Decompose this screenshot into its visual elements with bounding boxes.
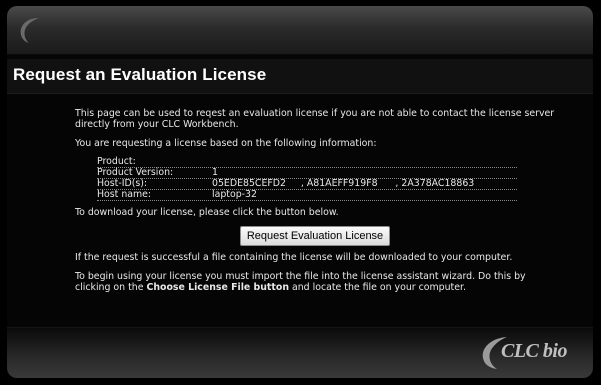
info-label: Product: <box>97 156 136 167</box>
top-bar <box>7 6 593 55</box>
swoosh-logo-icon <box>20 18 39 43</box>
instructions-text: To begin using your license you must imp… <box>75 271 555 293</box>
info-value: 05EDE85CEFD2 , A81AEFF919F8 , 2A378AC188… <box>212 178 475 189</box>
info-value <box>212 157 517 167</box>
info-label: Product Version: <box>97 167 174 178</box>
logo-text: CLC bio <box>501 340 567 362</box>
info-row-host-name: Host name: laptop-32 <box>97 190 517 201</box>
bottom-bar: CLC bio <box>7 327 593 378</box>
info-label: Host-ID(s): <box>97 178 148 189</box>
request-evaluation-license-button[interactable]: Request Evaluation License <box>239 226 391 246</box>
info-value: 1 <box>212 167 218 178</box>
title-bar: Request an Evaluation License <box>7 59 593 94</box>
info-value: laptop-32 <box>212 189 257 200</box>
info-row-host-ids: Host-ID(s): 05EDE85CEFD2 , A81AEFF919F8 … <box>97 179 517 190</box>
success-note: If the request is successful a file cont… <box>75 252 513 263</box>
page-title: Request an Evaluation License <box>13 65 267 84</box>
instructions-part-2: and locate the file on your computer. <box>291 282 466 293</box>
download-prompt: To download your license, please click t… <box>75 207 339 218</box>
choose-license-file-emphasis: Choose License File button <box>146 282 289 293</box>
button-container: Request Evaluation License <box>75 226 555 246</box>
info-label: Host name: <box>97 189 152 200</box>
license-info-table: Product: Product Version: 1 Host-ID(s): … <box>97 157 517 201</box>
clc-bio-logo: CLC bio <box>477 334 579 372</box>
intro-text: This page can be used to reqest an evalu… <box>75 108 555 130</box>
app-window: Request an Evaluation License This page … <box>7 6 593 378</box>
based-on-text: You are requesting a license based on th… <box>75 138 377 149</box>
content-area: This page can be used to reqest an evalu… <box>75 108 555 301</box>
